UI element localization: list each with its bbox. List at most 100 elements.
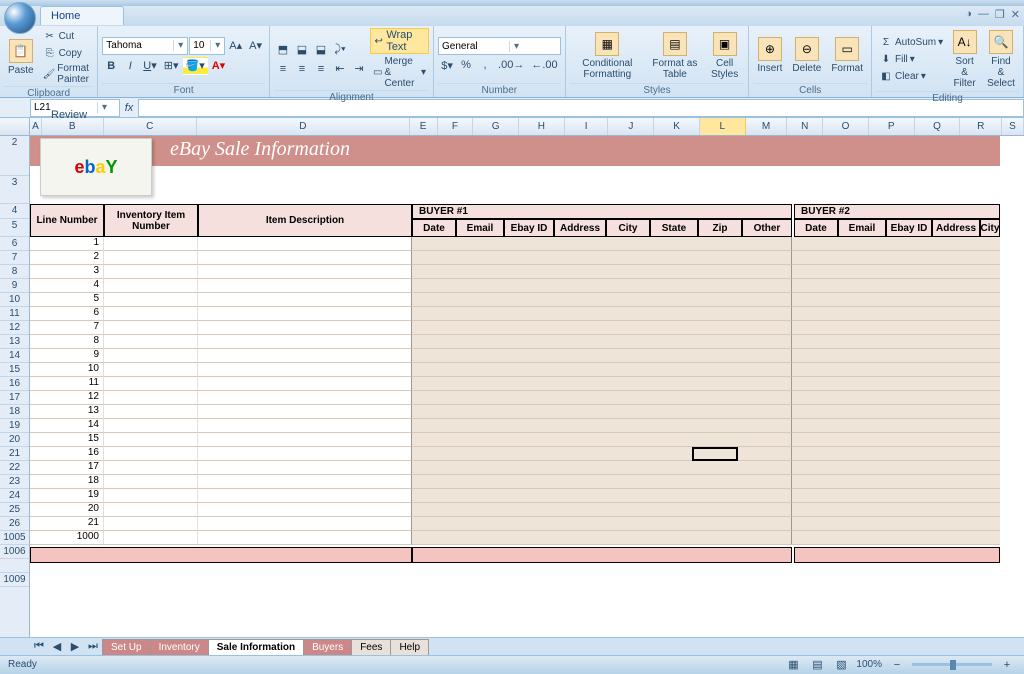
- fill-color-button[interactable]: 🪣▾: [183, 57, 208, 75]
- table-row[interactable]: 11: [30, 377, 1000, 391]
- conditional-formatting-button[interactable]: ▦Conditional Formatting: [570, 28, 645, 83]
- tab-nav-next[interactable]: ▶: [66, 638, 84, 656]
- align-right-button[interactable]: ≡: [312, 60, 330, 78]
- table-row[interactable]: 7: [30, 321, 1000, 335]
- align-top-button[interactable]: ⬒: [274, 41, 292, 59]
- tab-nav-first[interactable]: ⏮: [30, 638, 48, 656]
- zoom-in-button[interactable]: +: [998, 656, 1016, 674]
- number-format-combo[interactable]: ▾: [438, 37, 561, 55]
- inc-decimal-button[interactable]: .00→: [495, 56, 527, 74]
- format-cells-button[interactable]: ▭Format: [827, 28, 867, 83]
- column-header: Inventory Item Number: [104, 204, 198, 237]
- format-icon: ▭: [835, 37, 859, 61]
- table-row[interactable]: 15: [30, 433, 1000, 447]
- format-painter-button[interactable]: 🖌Format Painter: [40, 62, 94, 86]
- italic-button[interactable]: I: [121, 57, 139, 75]
- table-row[interactable]: 21: [30, 517, 1000, 531]
- close-icon[interactable]: ✕: [1011, 8, 1020, 21]
- table-row[interactable]: 9: [30, 349, 1000, 363]
- indent-dec-button[interactable]: ⇤: [331, 60, 349, 78]
- indent-inc-button[interactable]: ⇥: [350, 60, 368, 78]
- font-size-combo[interactable]: ▾: [189, 37, 225, 55]
- paste-button[interactable]: 📋 Paste: [4, 28, 38, 86]
- table-row[interactable]: 13: [30, 405, 1000, 419]
- table-row[interactable]: 16: [30, 447, 1000, 461]
- restore-icon[interactable]: ❐: [995, 8, 1005, 21]
- format-as-table-button[interactable]: ▤Format as Table: [647, 28, 703, 83]
- table-row[interactable]: 10: [30, 363, 1000, 377]
- align-left-button[interactable]: ≡: [274, 60, 292, 78]
- border-button[interactable]: ⊞▾: [161, 57, 182, 75]
- table-row[interactable]: 3: [30, 265, 1000, 279]
- delete-icon: ⊖: [795, 37, 819, 61]
- tab-nav-prev[interactable]: ◀: [48, 638, 66, 656]
- wrap-text-button[interactable]: ↩Wrap Text: [370, 28, 429, 54]
- ebay-logo: ebaY: [40, 138, 152, 196]
- font-name-combo[interactable]: ▾: [102, 37, 188, 55]
- table-row[interactable]: 17: [30, 461, 1000, 475]
- table-row[interactable]: 6: [30, 307, 1000, 321]
- column-header: Date: [412, 219, 456, 237]
- clear-button[interactable]: ◧Clear ▾: [876, 69, 946, 85]
- sheet-tab-inventory[interactable]: Inventory: [150, 639, 209, 655]
- help-icon[interactable]: ◑: [965, 8, 972, 21]
- column-headers[interactable]: ABCDEFGHIJKLMNOPQRS: [30, 118, 1024, 136]
- table-row[interactable]: 2: [30, 251, 1000, 265]
- copy-button[interactable]: ⎘Copy: [40, 45, 94, 61]
- cell-styles-button[interactable]: ▣Cell Styles: [705, 28, 745, 83]
- underline-button[interactable]: U▾: [140, 57, 159, 75]
- tab-nav-last[interactable]: ⏭: [84, 638, 102, 656]
- buyer2-header: BUYER #2: [794, 204, 1000, 219]
- column-header: Address: [932, 219, 980, 237]
- insert-cells-button[interactable]: ⊕Insert: [753, 28, 786, 83]
- percent-button[interactable]: %: [457, 56, 475, 74]
- dec-decimal-button[interactable]: ←.00: [528, 56, 560, 74]
- sheet-tab-help[interactable]: Help: [390, 639, 429, 655]
- table-row[interactable]: 8: [30, 335, 1000, 349]
- footer-band-left: [30, 547, 412, 563]
- merge-center-button[interactable]: ▭Merge & Center ▾: [370, 55, 429, 90]
- comma-button[interactable]: ,: [476, 56, 494, 74]
- column-header: Ebay ID: [886, 219, 932, 237]
- cut-button[interactable]: ✂Cut: [40, 28, 94, 44]
- font-color-button[interactable]: A▾: [209, 57, 228, 75]
- table-row[interactable]: 1: [30, 237, 1000, 251]
- office-button[interactable]: [4, 2, 36, 34]
- bold-button[interactable]: B: [102, 57, 120, 75]
- table-row[interactable]: 18: [30, 475, 1000, 489]
- fill-button[interactable]: ⬇Fill ▾: [876, 52, 946, 68]
- minimize-icon[interactable]: —: [978, 8, 989, 21]
- zoom-out-button[interactable]: −: [888, 656, 906, 674]
- table-row[interactable]: 19: [30, 489, 1000, 503]
- delete-cells-button[interactable]: ⊖Delete: [788, 28, 825, 83]
- table-row[interactable]: 14: [30, 419, 1000, 433]
- grow-font-button[interactable]: A▴: [226, 37, 245, 55]
- align-bottom-button[interactable]: ⬓: [312, 41, 330, 59]
- table-row[interactable]: 4: [30, 279, 1000, 293]
- row-headers[interactable]: 2345678910111213141516171819202122232425…: [0, 118, 30, 637]
- sort-filter-button[interactable]: A↓Sort & Filter: [948, 28, 981, 91]
- sheet-tab-sale-information[interactable]: Sale Information: [208, 639, 304, 655]
- table-row[interactable]: 12: [30, 391, 1000, 405]
- view-layout-button[interactable]: ▤: [808, 656, 826, 674]
- sheet-tab-fees[interactable]: Fees: [351, 639, 391, 655]
- sheet-tab-set-up[interactable]: Set Up: [102, 639, 151, 655]
- find-select-button[interactable]: 🔍Find & Select: [983, 28, 1019, 91]
- table-row[interactable]: 5: [30, 293, 1000, 307]
- tab-home[interactable]: Home: [40, 6, 124, 25]
- fill-icon: ⬇: [879, 53, 893, 67]
- orientation-button[interactable]: ⤸▾: [331, 41, 349, 59]
- cond-format-icon: ▦: [595, 32, 619, 56]
- sheet-tab-buyers[interactable]: Buyers: [303, 639, 352, 655]
- view-pagebreak-button[interactable]: ▧: [832, 656, 850, 674]
- align-middle-button[interactable]: ⬓: [293, 41, 311, 59]
- zoom-slider[interactable]: [912, 663, 992, 666]
- view-normal-button[interactable]: ▦: [784, 656, 802, 674]
- align-center-button[interactable]: ≡: [293, 60, 311, 78]
- column-header: City: [980, 219, 1000, 237]
- autosum-button[interactable]: ΣAutoSum ▾: [876, 35, 946, 51]
- shrink-font-button[interactable]: A▾: [246, 37, 265, 55]
- table-row[interactable]: 1000: [30, 531, 1000, 545]
- currency-button[interactable]: $▾: [438, 56, 456, 74]
- table-row[interactable]: 20: [30, 503, 1000, 517]
